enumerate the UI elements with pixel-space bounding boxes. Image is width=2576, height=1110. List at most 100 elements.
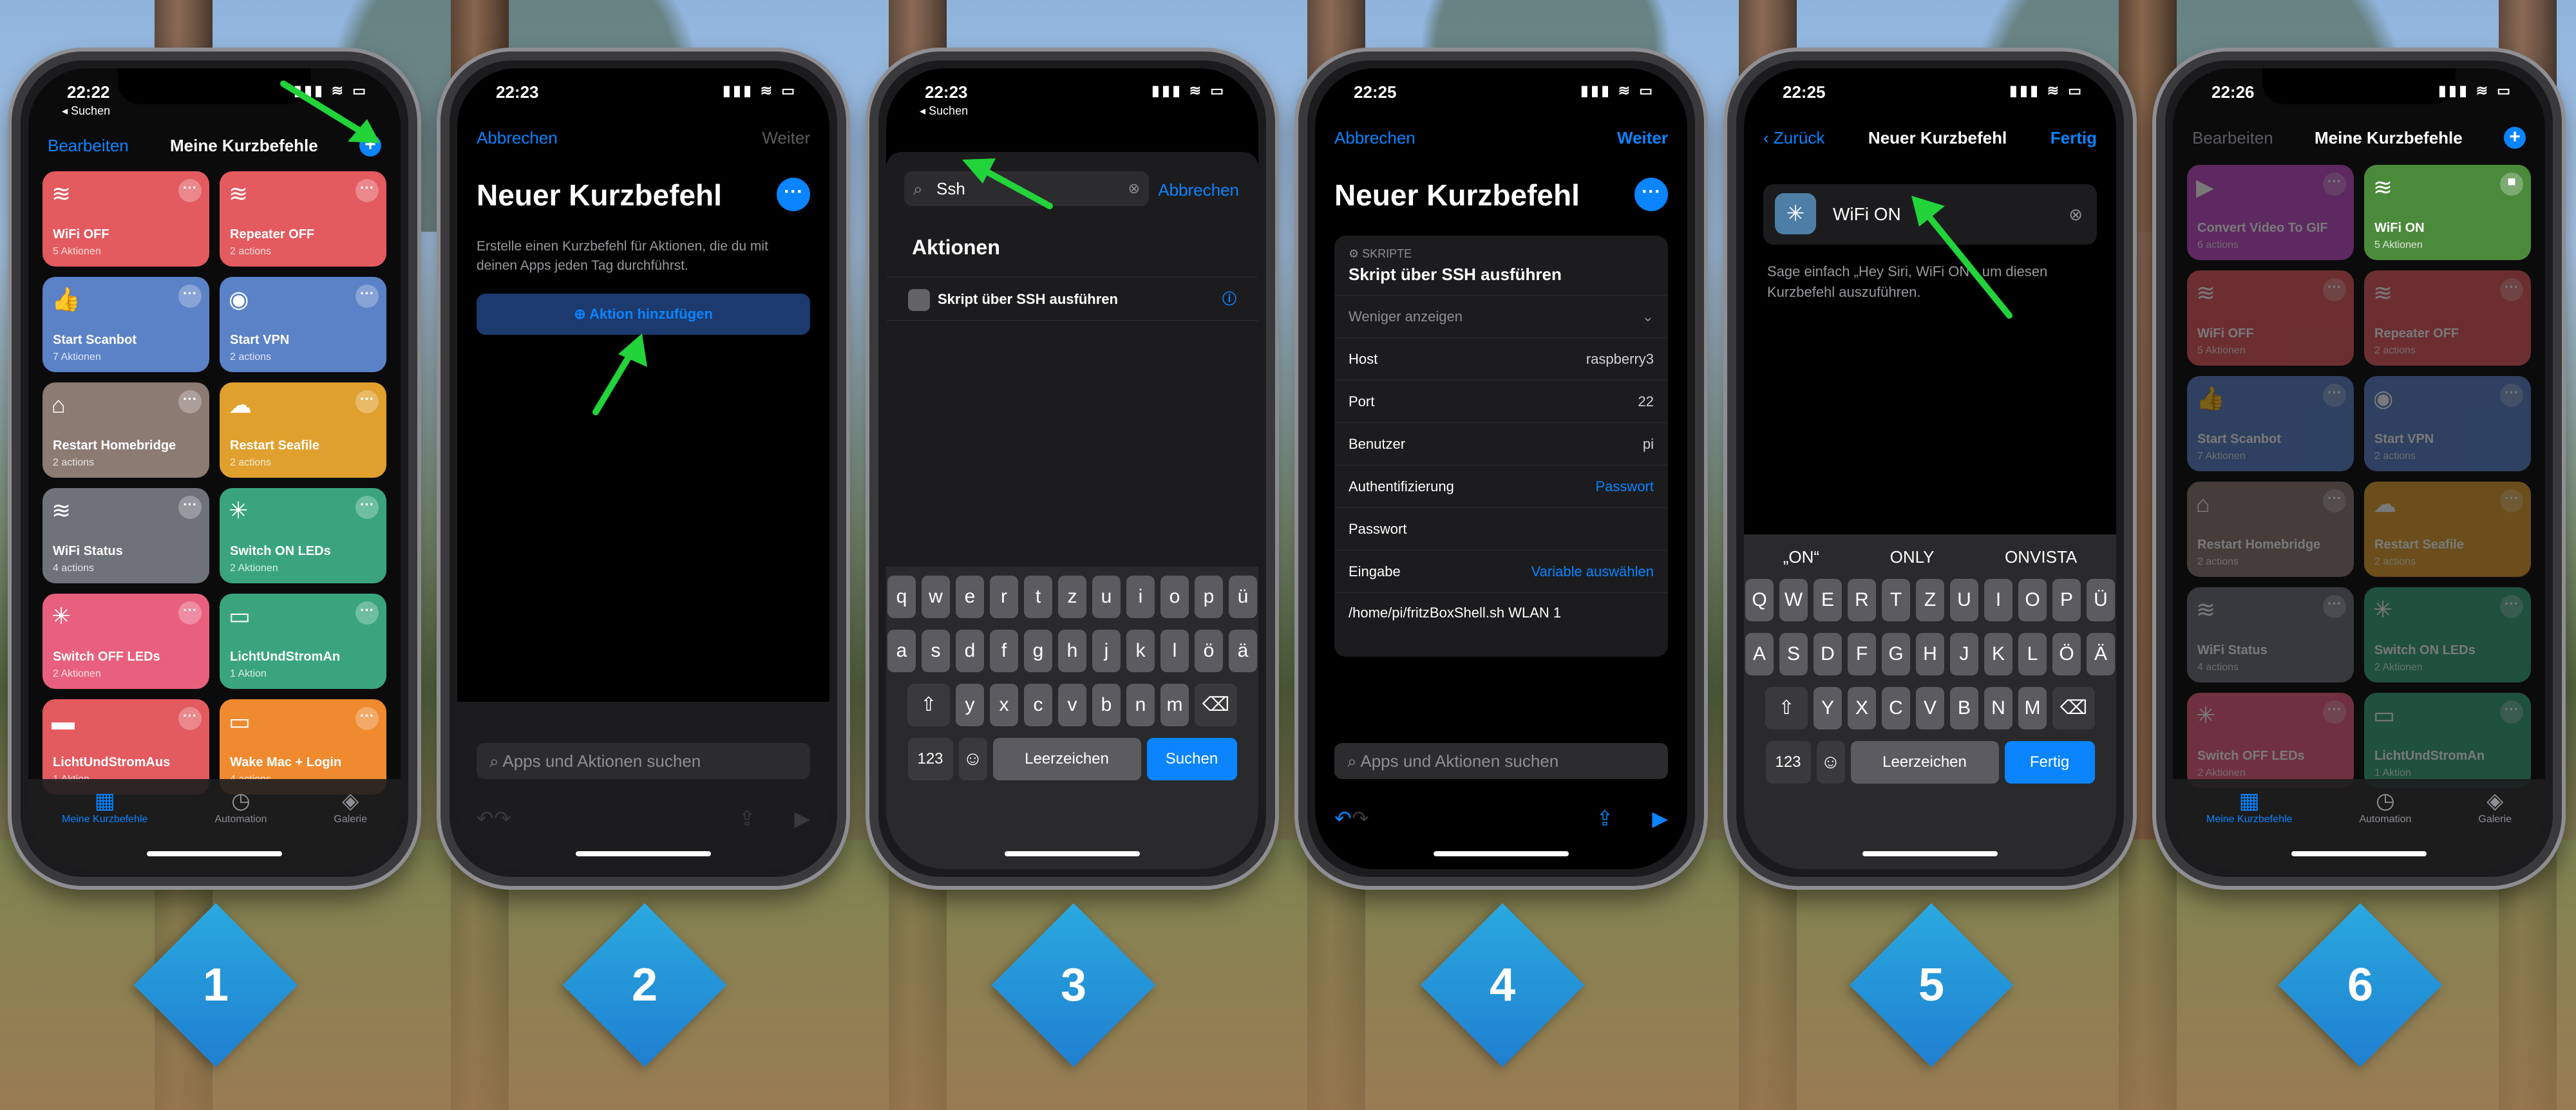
key-n[interactable]: n	[1126, 684, 1155, 726]
key-e[interactable]: E	[1814, 579, 1842, 621]
key-x[interactable]: X	[1848, 687, 1876, 729]
key-m[interactable]: M	[2018, 687, 2047, 729]
key-b[interactable]: B	[1950, 687, 1978, 729]
more-options-icon[interactable]: ···	[178, 390, 202, 413]
back-button[interactable]: ‹ Zurück	[1763, 128, 1824, 148]
key-a[interactable]: a	[887, 630, 916, 672]
more-options-icon[interactable]: ···	[355, 496, 379, 519]
backspace-key[interactable]: ⌫	[2052, 687, 2095, 729]
shortcut-tile[interactable]: ≋ ··· Repeater OFF 2 actions	[220, 171, 386, 267]
key-l[interactable]: l	[1160, 630, 1189, 672]
key-j[interactable]: J	[1950, 633, 1978, 675]
ssh-field-row[interactable]: Authentifizierung Passwort	[1334, 466, 1668, 508]
key-y[interactable]: y	[956, 684, 984, 726]
more-options-icon[interactable]: ···	[355, 179, 379, 202]
next-button[interactable]: Weiter	[1617, 128, 1668, 148]
share-icon[interactable]: ⇪	[739, 806, 756, 831]
clear-icon[interactable]: ⊗	[2069, 184, 2083, 245]
key-k[interactable]: k	[1126, 630, 1155, 672]
next-button[interactable]: Weiter	[762, 128, 810, 148]
key-c[interactable]: C	[1882, 687, 1910, 729]
key-g[interactable]: G	[1882, 633, 1910, 675]
emoji-key[interactable]: ☺	[958, 738, 987, 780]
key-s[interactable]: S	[1779, 633, 1808, 675]
shortcut-tile[interactable]: ✳ ··· Switch ON LEDs 2 Aktionen	[2364, 587, 2531, 682]
key-c[interactable]: c	[1024, 684, 1052, 726]
key-ö[interactable]: ö	[1195, 630, 1223, 672]
more-options-icon[interactable]: ···	[178, 179, 202, 202]
tab-gallery[interactable]: ◈ Galerie	[2478, 788, 2512, 869]
shortcut-tile[interactable]: ✳ ··· Switch OFF LEDs 2 Aktionen	[2187, 693, 2354, 788]
key-b[interactable]: b	[1092, 684, 1121, 726]
emoji-key[interactable]: ☺	[1816, 741, 1845, 784]
shortcut-tile[interactable]: ✳ ··· Switch ON LEDs 2 Aktionen	[220, 488, 386, 583]
key-f[interactable]: f	[990, 630, 1018, 672]
key-n[interactable]: N	[1984, 687, 2012, 729]
back-to-search-link[interactable]: ◂ Suchen	[920, 104, 968, 118]
more-options-icon[interactable]: ···	[355, 285, 379, 308]
suggestion-item[interactable]: „ON“	[1783, 547, 1819, 567]
more-options-icon[interactable]: ···	[178, 496, 202, 519]
edit-button[interactable]: Bearbeiten	[2192, 128, 2273, 148]
field-value[interactable]: 22	[1638, 381, 1654, 422]
sparkle-icon[interactable]: ✳	[1775, 193, 1816, 234]
key-i[interactable]: I	[1984, 579, 2012, 621]
key-y[interactable]: Y	[1814, 687, 1842, 729]
tab-automation[interactable]: ◷ Automation	[214, 788, 267, 869]
undo-icon[interactable]: ↶	[1334, 806, 1352, 831]
shortcut-tile[interactable]: ≋ ··· WiFi OFF 5 Aktionen	[43, 171, 209, 267]
space-key[interactable]: Leerzeichen	[1850, 741, 1999, 784]
more-options-icon[interactable]: ···	[2500, 489, 2523, 513]
show-less-toggle[interactable]: Weniger anzeigen ⌄	[1334, 296, 1668, 338]
key-j[interactable]: j	[1092, 630, 1121, 672]
add-shortcut-button[interactable]: +	[2503, 127, 2526, 149]
shortcut-name-input[interactable]: WiFi ON	[1833, 184, 1901, 245]
shortcut-tile[interactable]: ◉ ··· Start VPN 2 actions	[220, 277, 386, 372]
script-field[interactable]: /home/pi/fritzBoxShell.sh WLAN 1	[1334, 593, 1668, 633]
undo-icon[interactable]: ↶	[477, 806, 494, 831]
key-t[interactable]: T	[1882, 579, 1910, 621]
shortcut-tile[interactable]: ▭ ··· LichtUndStromAn 1 Aktion	[220, 594, 386, 689]
field-value[interactable]: Passwort	[1596, 466, 1654, 507]
key-g[interactable]: g	[1024, 630, 1052, 672]
shortcut-tile[interactable]: ≋ ··· Repeater OFF 2 actions	[2364, 270, 2531, 366]
back-to-search-link[interactable]: ◂ Suchen	[62, 104, 110, 118]
share-icon[interactable]: ⇪	[1596, 806, 1614, 831]
search-key[interactable]: Suchen	[1146, 738, 1237, 780]
info-icon[interactable]: ⓘ	[1222, 278, 1236, 321]
key-k[interactable]: K	[1984, 633, 2012, 675]
more-options-icon[interactable]: ···	[178, 707, 202, 730]
ssh-field-row[interactable]: Eingabe Variable auswählen	[1334, 550, 1668, 593]
field-value[interactable]: pi	[1643, 423, 1654, 465]
redo-icon[interactable]: ↷	[1352, 806, 1369, 831]
shortcut-tile[interactable]: ⌂ ··· Restart Homebridge 2 actions	[43, 382, 209, 478]
tab-automation[interactable]: ◷ Automation	[2359, 788, 2411, 869]
key-l[interactable]: L	[2018, 633, 2047, 675]
key-o[interactable]: o	[1160, 576, 1189, 618]
numbers-key[interactable]: 123	[1765, 741, 1811, 784]
key-r[interactable]: R	[1848, 579, 1876, 621]
shortcut-tile[interactable]: ✳ ··· Switch OFF LEDs 2 Aktionen	[43, 594, 209, 689]
key-h[interactable]: H	[1916, 633, 1944, 675]
key-q[interactable]: q	[887, 576, 916, 618]
suggestion-item[interactable]: ONLY	[1890, 547, 1935, 567]
key-v[interactable]: V	[1916, 687, 1944, 729]
key-d[interactable]: D	[1814, 633, 1842, 675]
shortcut-tile[interactable]: ◉ ··· Start VPN 2 actions	[2364, 376, 2531, 471]
more-options-icon[interactable]: ···	[2500, 278, 2523, 301]
more-options-icon[interactable]: ···	[2500, 595, 2523, 618]
key-u[interactable]: u	[1092, 576, 1121, 618]
key-q[interactable]: Q	[1745, 579, 1774, 621]
more-options-icon[interactable]: ···	[355, 707, 379, 730]
more-options-icon[interactable]: ···	[2323, 278, 2346, 301]
redo-icon[interactable]: ↷	[494, 806, 511, 831]
key-p[interactable]: P	[2052, 579, 2081, 621]
key-s[interactable]: s	[922, 630, 950, 672]
shortcut-tile[interactable]: ☁ ··· Restart Seafile 2 actions	[220, 382, 386, 478]
shortcut-tile[interactable]: ▭ ··· LichtUndStromAn 1 Aktion	[2364, 693, 2531, 788]
more-options-icon[interactable]: ···	[2500, 701, 2523, 724]
tab-gallery[interactable]: ◈ Galerie	[334, 788, 367, 869]
shortcut-tile[interactable]: ▶ ··· Convert Video To GIF 6 actions	[2187, 165, 2354, 260]
edit-button[interactable]: Bearbeiten	[48, 136, 129, 156]
more-options-icon[interactable]: ···	[2323, 173, 2346, 196]
